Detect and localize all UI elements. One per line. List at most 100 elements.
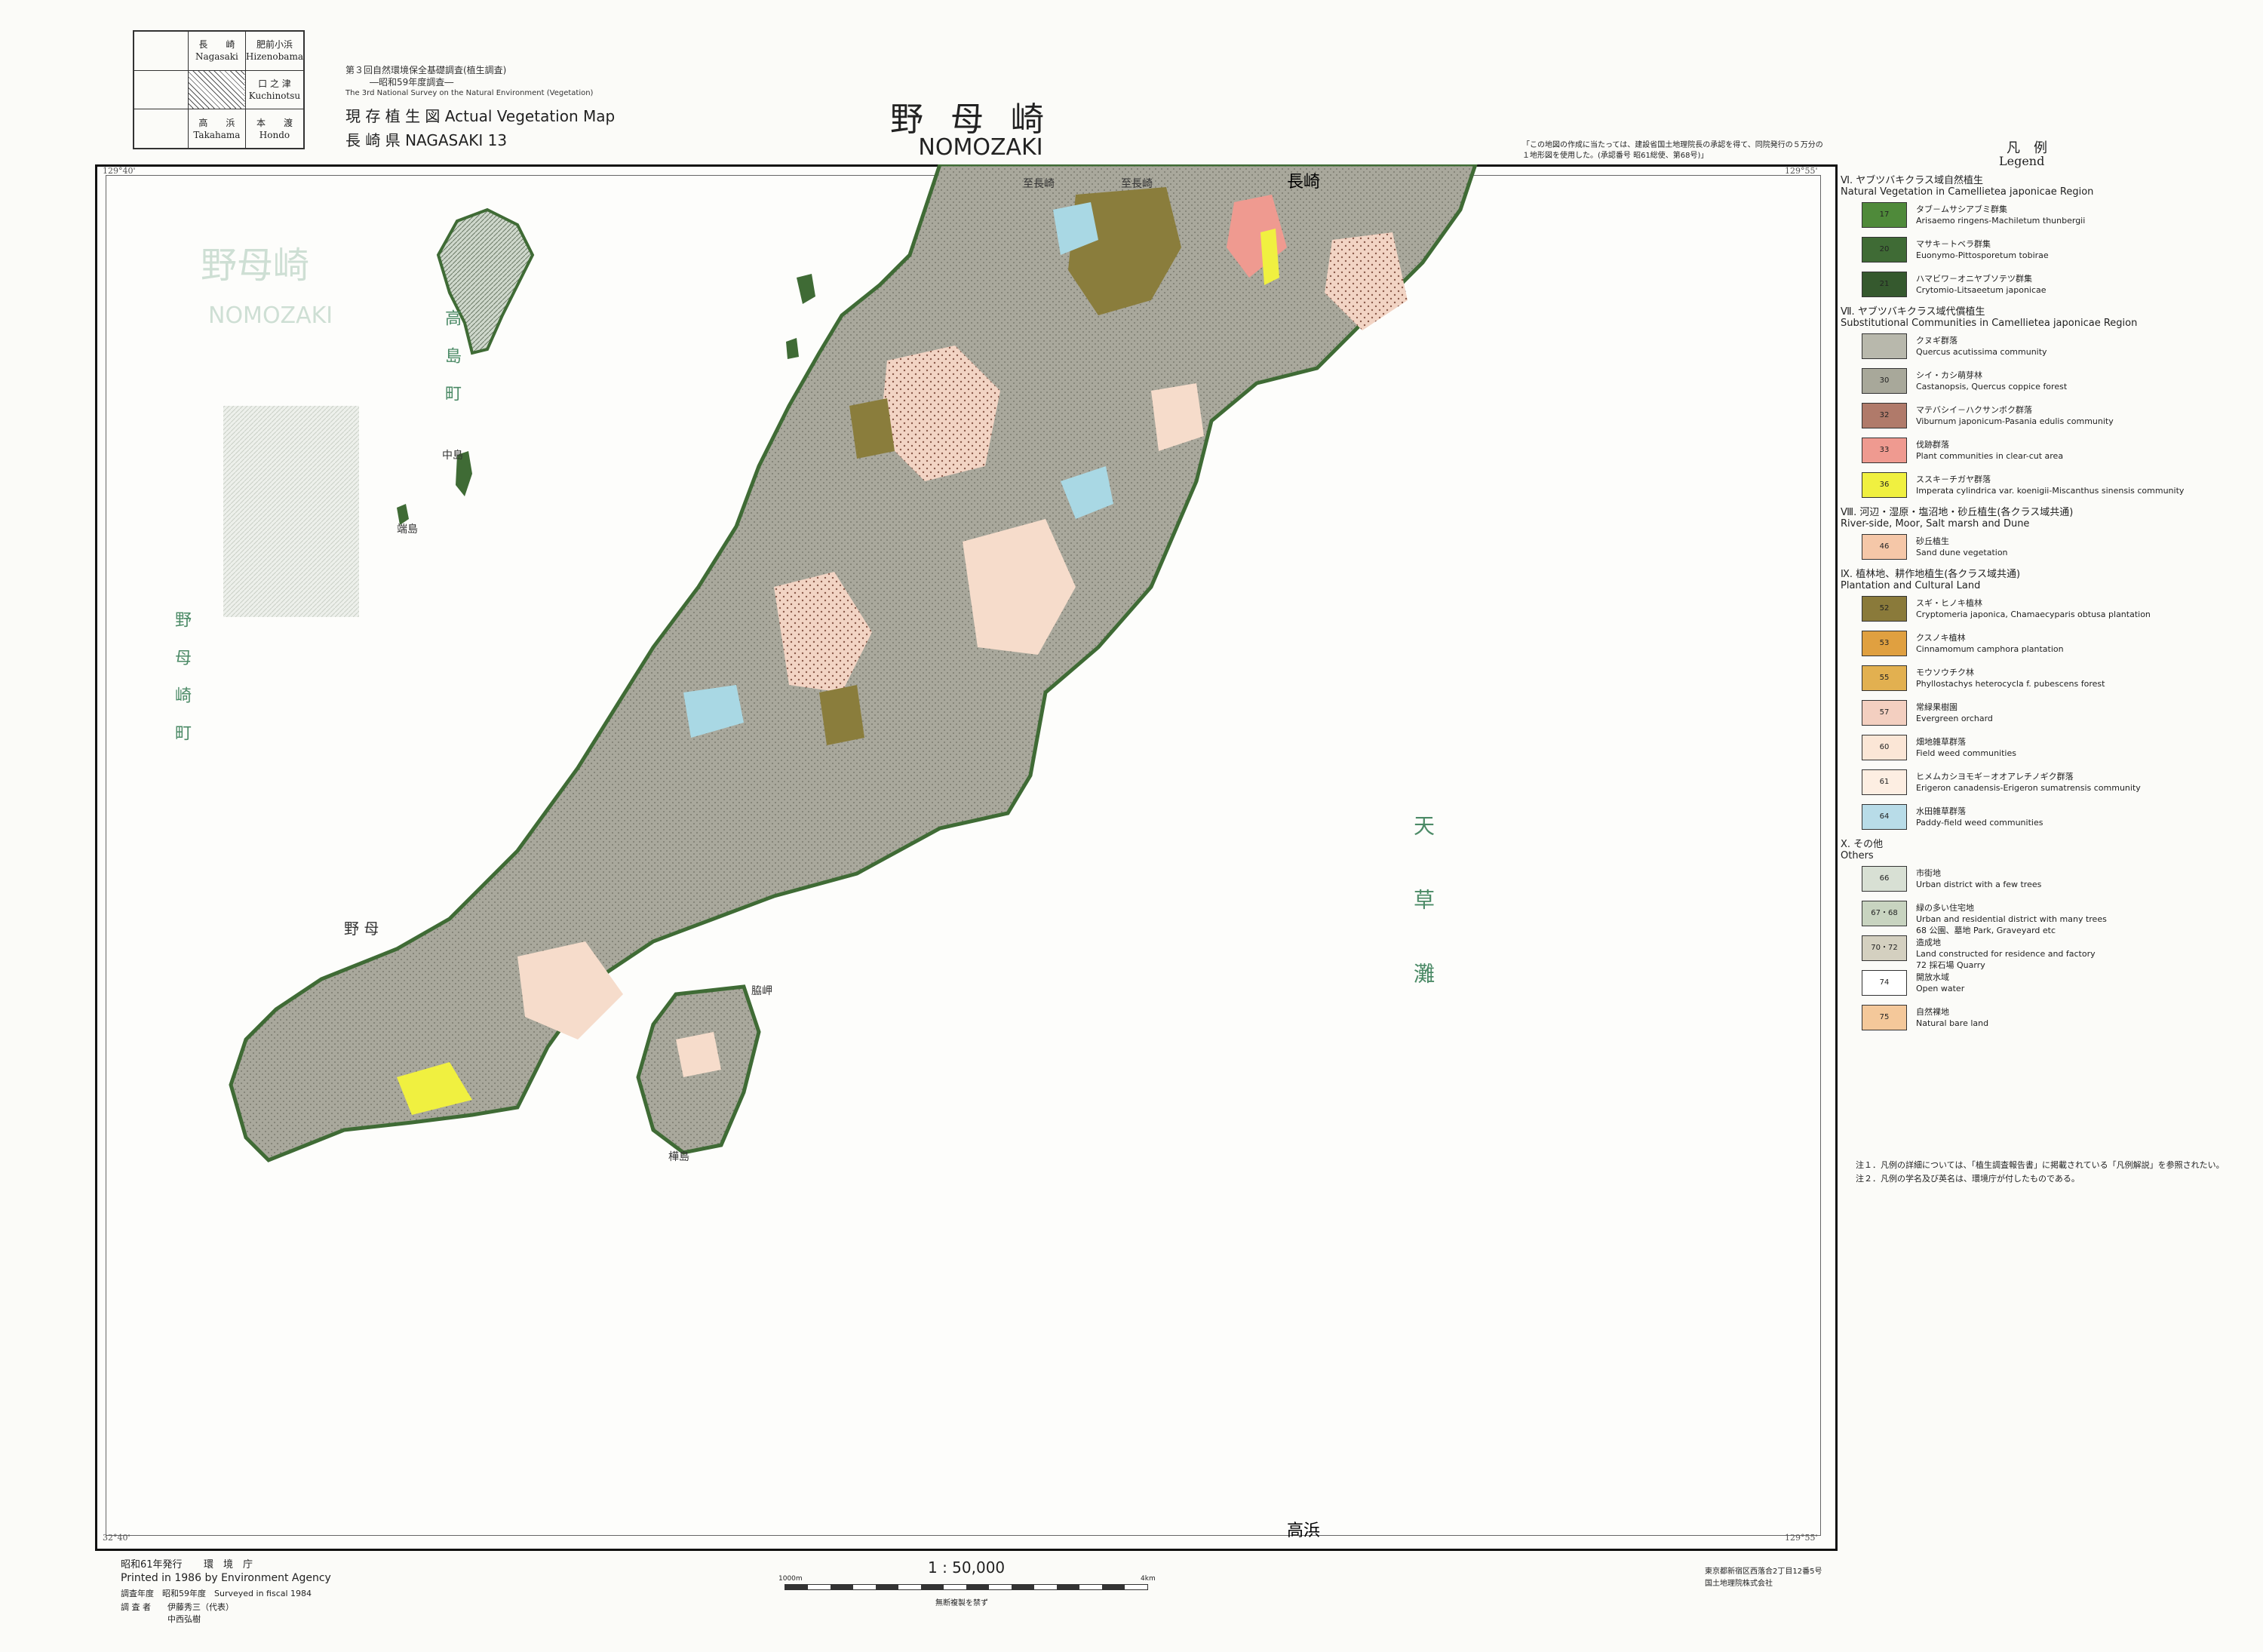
legend-label-en: Plant communities in clear-cut area <box>1916 451 2064 461</box>
legend-item: 46 砂丘植生 Sand dune vegetation <box>1841 530 2252 564</box>
legend-section-heading-en: Natural Vegetation in Camellietea japoni… <box>1841 186 2094 198</box>
coord-bottom-left: 32°40' <box>103 1533 130 1543</box>
legend-label-jp: クスノキ植林 <box>1916 633 1966 643</box>
legend-label-jp: マサキ－トベラ群集 <box>1916 239 1991 249</box>
legend-title-en: Legend <box>1999 154 2045 168</box>
faded-sheet-info: 野母崎 NOMOZAKI <box>201 244 359 617</box>
legend-label: 畑地雑草群落 Field weed communities <box>1916 736 2016 759</box>
legend-swatch: 74 <box>1862 970 1907 996</box>
legend-label-jp: クヌギ群落 <box>1916 336 1957 345</box>
legend-swatch: 21 <box>1862 272 1907 297</box>
legend-label: マサキ－トベラ群集 Euonymo-Pittosporetum tobirae <box>1916 238 2049 261</box>
index-cell: 長 崎 Nagasaki <box>187 30 246 71</box>
legend-label: クヌギ群落 Quercus acutissima community <box>1916 335 2047 358</box>
legend-item: 52 スギ・ヒノキ植林 Cryptomeria japonica, Chamaecy… <box>1841 591 2252 626</box>
index-grid: 長 崎 Nagasaki 肥前小浜 Hizenobama 口 之 津 Kuchi… <box>133 30 305 149</box>
legend-label-en: Open water <box>1916 984 1965 993</box>
plantation-patch <box>819 685 864 745</box>
legend-label: ススキ－チガヤ群落 Imperata cylindrica var. koenig… <box>1916 474 2184 496</box>
legend-label-en: Imperata cylindrica var. koenigii-Miscan… <box>1916 486 2185 496</box>
legend-item: 66 市街地 Urban district with a few trees <box>1841 861 2252 896</box>
legend-section-heading-jp: Ⅷ. 河辺・湿原・塩沼地・砂丘植生(各クラス域共通) <box>1841 507 2074 518</box>
index-cell-current <box>187 69 246 110</box>
legend-section-heading-jp: Ⅸ. 植林地、耕作地植生(各クラス域共通) <box>1841 569 2021 580</box>
legend-label: ヒメムカシヨモギ－オオアレチノギク群落 Erigeron canadensis-E… <box>1916 771 2141 794</box>
legend-swatch: 46 <box>1862 534 1907 560</box>
legend-section-heading-en: Others <box>1841 850 1874 861</box>
scale-bar-left: 1000m <box>778 1575 803 1583</box>
legend-label-jp: 開放水域 <box>1916 972 1949 982</box>
legend-label-jp: タブ－ムサシアブミ群集 <box>1916 204 2007 214</box>
legend-label: マテバシイ－ハクサンボク群落 Viburnum japonicum-Pasania… <box>1916 404 2114 427</box>
footer-survey-year: 調査年度 昭和59年度 Surveyed in fiscal 1984 <box>121 1589 312 1598</box>
copyright-note: 無断複製を禁ず <box>935 1599 988 1607</box>
legend-swatch <box>1862 333 1907 359</box>
edge-label-top: 長崎 <box>1287 173 1320 192</box>
legend-swatch: 75 <box>1862 1005 1907 1030</box>
small-island <box>397 504 409 525</box>
legend-section-heading-en: River-side, Moor, Salt marsh and Dune <box>1841 518 2030 530</box>
legend-item: 55 モウソウチク林 Phyllostachys heterocycla f. pu… <box>1841 661 2252 695</box>
faded-title: 野母崎 <box>201 244 309 287</box>
legend-swatch: 61 <box>1862 769 1907 795</box>
legend: Ⅵ. ヤブツバキクラス域自然植生 Natural Vegetation in Ca… <box>1841 170 2252 1035</box>
islet-north <box>797 274 815 304</box>
legend-label-jp: 伐跡群落 <box>1916 440 1949 450</box>
islet-west <box>786 338 799 359</box>
legend-note-2: 注２．凡例の学名及び英名は、環境庁が付したものである。 <box>1856 1174 2080 1184</box>
legend-label-jp: 造成地 <box>1916 938 1941 947</box>
legend-label: モウソウチク林 Phyllostachys heterocycla f. pube… <box>1916 667 2105 689</box>
legend-item: 60 畑地雑草群落 Field weed communities <box>1841 730 2252 765</box>
legend-label-jp: 砂丘植生 <box>1916 536 1949 546</box>
legend-label: 伐跡群落 Plant communities in clear-cut area <box>1916 439 2063 462</box>
legend-section-heading: Ⅵ. ヤブツバキクラス域自然植生 Natural Vegetation in Ca… <box>1841 175 2252 198</box>
legend-label-jp: ヒメムカシヨモギ－オオアレチノギク群落 <box>1916 772 2074 781</box>
edge-label-bottom: 高浜 <box>1287 1521 1320 1540</box>
legend-label-en: Cryptomeria japonica, Chamaecyparis obtu… <box>1916 610 2151 619</box>
field-patch <box>676 1032 721 1077</box>
legend-swatch: 36 <box>1862 472 1907 498</box>
kabashima-label: 樺島 <box>668 1150 689 1163</box>
legend-item: 32 マテバシイ－ハクサンボク群落 Viburnum japonicum-Pasan… <box>1841 398 2252 433</box>
legend-section-heading-jp: Ⅵ. ヤブツバキクラス域自然植生 <box>1841 175 1983 186</box>
coord-top-left: 129°40' <box>103 166 136 176</box>
map-title-en: NOMOZAKI <box>918 134 1043 161</box>
faded-title-en: NOMOZAKI <box>208 302 333 329</box>
legend-item: 61 ヒメムカシヨモギ－オオアレチノギク群落 Erigeron canadensis… <box>1841 765 2252 800</box>
legend-item: クヌギ群落 Quercus acutissima community <box>1841 329 2252 364</box>
legend-swatch: 60 <box>1862 735 1907 760</box>
legend-label-jp: 水田雑草群落 <box>1916 806 1966 816</box>
index-cell <box>133 30 189 71</box>
legend-item: 67・68 緑の多い住宅地 Urban and residential distri… <box>1841 896 2252 935</box>
footer-agency: 環 境 庁 <box>204 1559 253 1571</box>
legend-section-heading-en: Substitutional Communities in Camelliete… <box>1841 318 2138 329</box>
survey-line1: 第３回自然環境保全基礎調査(植生調査) <box>345 65 507 75</box>
legend-label-en: Evergreen orchard <box>1916 714 1993 723</box>
legend-item: 53 クスノキ植林 Cinnamomum camphora plantation <box>1841 626 2252 661</box>
legend-item: 75 自然裸地 Natural bare land <box>1841 1000 2252 1035</box>
legend-label-jp: スギ・ヒノキ植林 <box>1916 598 1982 608</box>
legend-section-heading: Ⅶ. ヤブツバキクラス域代償植生 Substitutional Communiti… <box>1841 306 2252 329</box>
legend-label-jp: 畑地雑草群落 <box>1916 737 1966 747</box>
coord-bottom-right: 129°55' <box>1785 1533 1818 1543</box>
survey-line3: The 3rd National Survey on the Natural E… <box>345 89 594 97</box>
legend-note-1: 注１．凡例の詳細については、「植生調査報告書」に掲載されている「凡例解説」を参照… <box>1856 1160 2225 1170</box>
legend-item: 64 水田雑草群落 Paddy-field weed communities <box>1841 800 2252 834</box>
legend-label: 自然裸地 Natural bare land <box>1916 1006 1988 1029</box>
legend-label-en: Viburnum japonicum-Pasania edulis commun… <box>1916 416 2114 426</box>
legend-label-en: Erigeron canadensis-Erigeron sumatrensis… <box>1916 783 2141 793</box>
legend-item: 70・72 造成地 Land constructed for residence a… <box>1841 931 2252 970</box>
legend-swatch: 53 <box>1862 631 1907 656</box>
legend-label: 砂丘植生 Sand dune vegetation <box>1916 536 2008 558</box>
legend-item: 17 タブ－ムサシアブミ群集 Arisaemo ringens-Machiletum… <box>1841 198 2252 232</box>
legend-label: スギ・ヒノキ植林 Cryptomeria japonica, Chamaecypa… <box>1916 597 2151 620</box>
survey-line2: ―昭和59年度調査― <box>370 77 454 88</box>
legend-label: シイ・カシ萌芽林 Castanopsis, Quercus coppice for… <box>1916 370 2067 392</box>
legend-notes: 注１．凡例の詳細については、「植生調査報告書」に掲載されている「凡例解説」を参照… <box>1856 1159 2248 1186</box>
legend-label: 水田雑草群落 Paddy-field weed communities <box>1916 806 2043 828</box>
index-cell: 高 浜 Takahama <box>187 109 246 149</box>
legend-item: 30 シイ・カシ萌芽林 Castanopsis, Quercus coppice f… <box>1841 364 2252 398</box>
legend-label-en: Land constructed for residence and facto… <box>1916 949 2096 959</box>
legend-section-heading: Ⅸ. 植林地、耕作地植生(各クラス域共通) Plantation and Cult… <box>1841 569 2252 591</box>
hashima-label: 端島 <box>397 524 418 536</box>
